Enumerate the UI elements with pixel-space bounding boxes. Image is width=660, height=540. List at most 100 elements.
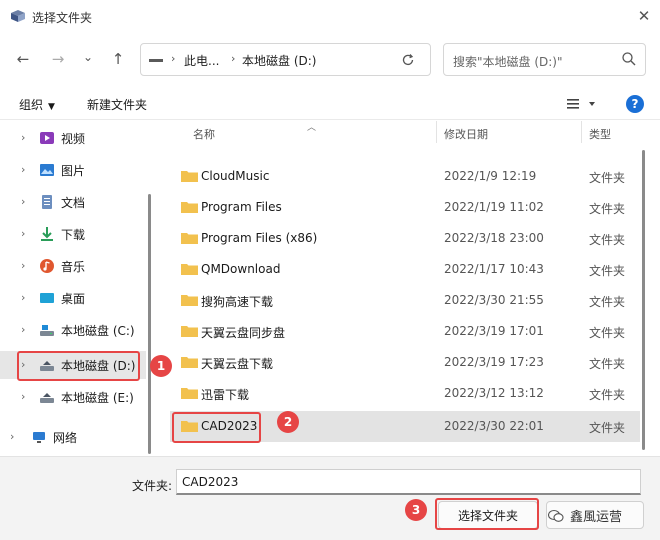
close-icon[interactable]: ✕ [634,6,654,26]
sidebar-item-network[interactable]: › 网络 [0,423,146,451]
column-header-type[interactable]: 类型 [589,126,611,142]
expand-chevron-icon[interactable]: › [10,430,14,443]
search-icon[interactable] [621,51,637,67]
sidebar-item-desktop[interactable]: › 桌面 [0,284,146,312]
list-item[interactable]: 迅雷下载 2022/3/12 13:12 文件夹 [170,378,640,409]
file-date: 2022/3/18 23:00 [444,231,544,245]
breadcrumb-drive-d[interactable]: 本地磁盘 (D:) [242,52,316,69]
folder-field-label: 文件夹: [132,479,173,493]
column-header-name[interactable]: 名称 [193,126,215,142]
folder-icon [181,357,198,368]
command-bar: 组织 ▼ 新建文件夹 ? [0,88,660,120]
watermark-text: 鑫風运营 [570,510,623,525]
watermark: 鑫風运营 [548,506,622,525]
file-name: Program Files (x86) [201,231,318,245]
list-item[interactable]: QMDownload 2022/1/17 10:43 文件夹 [170,254,640,285]
file-type: 文件夹 [589,295,626,309]
file-date: 2022/3/30 21:55 [444,293,544,307]
column-divider[interactable] [436,121,437,143]
sidebar-item-drive-c[interactable]: › 本地磁盘 (C:) [0,316,146,344]
desktop-icon [40,293,54,303]
folder-icon [181,233,198,244]
documents-icon [42,195,52,209]
app-icon [11,10,25,22]
sidebar-item-documents[interactable]: › 文档 [0,188,146,216]
sidebar-item-music[interactable]: › 音乐 [0,252,146,280]
organize-menu-button[interactable]: 组织 ▼ [19,96,55,113]
list-item[interactable]: 搜狗高速下载 2022/3/30 21:55 文件夹 [170,285,640,316]
music-icon [40,259,54,273]
folder-icon [181,295,198,306]
sidebar-item-label: 视频 [61,132,86,146]
recent-locations-chevron-icon[interactable]: ⌄ [77,46,99,68]
file-type: 文件夹 [589,264,626,278]
file-name: QMDownload [201,262,281,276]
help-icon[interactable]: ? [626,95,644,113]
sidebar-item-label: 音乐 [61,260,86,274]
folder-icon [181,202,198,213]
sidebar-scrollbar[interactable] [148,194,151,454]
file-date: 2022/1/19 11:02 [444,200,544,214]
highlight-box-drive-d [17,351,140,381]
highlight-box-select-button [435,498,539,530]
sidebar-item-label: 图片 [61,164,86,178]
file-name: 天翼云盘下载 [201,357,274,371]
sidebar-item-downloads[interactable]: › 下载 [0,220,146,248]
sidebar-item-drive-e[interactable]: › 本地磁盘 (E:) [0,383,146,411]
organize-label: 组织 [19,98,44,112]
list-item[interactable]: 天翼云盘同步盘 2022/3/19 17:01 文件夹 [170,316,640,347]
new-folder-button[interactable]: 新建文件夹 [87,96,147,113]
breadcrumb-this-pc[interactable]: 此电... [184,52,219,69]
list-item[interactable]: Program Files 2022/1/19 11:02 文件夹 [170,192,640,223]
sort-ascending-icon: ︿ [307,123,317,133]
list-view-icon [567,99,595,109]
search-box[interactable]: 搜索"本地磁盘 (D:)" [443,43,646,76]
navigation-pane: › 视频 › 图片 › 文档 › 下载 › 音乐 › 桌面 › 本地磁盘 (C:… [0,121,146,455]
file-date: 2022/1/17 10:43 [444,262,544,276]
expand-chevron-icon[interactable]: › [21,195,25,208]
file-date: 2022/1/9 12:19 [444,169,537,183]
expand-chevron-icon[interactable]: › [21,131,25,144]
search-input[interactable]: 搜索"本地磁盘 (D:)" [453,53,563,70]
sidebar-item-label: 文档 [61,196,86,210]
column-header-row: ︿ 名称 修改日期 类型 [170,121,640,143]
sidebar-item-label: 桌面 [61,292,86,306]
video-icon [40,132,54,144]
sidebar-item-videos[interactable]: › 视频 [0,124,146,152]
column-header-date[interactable]: 修改日期 [444,126,488,142]
chevron-down-icon: ▼ [48,102,55,112]
file-type: 文件夹 [589,421,626,435]
sidebar-item-pictures[interactable]: › 图片 [0,156,146,184]
folder-icon [181,171,198,182]
list-item[interactable]: 天翼云盘下载 2022/3/19 17:23 文件夹 [170,347,640,378]
highlight-box-cad2023 [172,412,261,443]
column-divider[interactable] [581,121,582,143]
folder-name-field[interactable] [176,469,641,495]
file-name: 迅雷下载 [201,388,250,402]
refresh-icon[interactable] [396,48,420,72]
expand-chevron-icon[interactable]: › [21,291,25,304]
breadcrumb-separator: › [171,52,176,65]
expand-chevron-icon[interactable]: › [21,323,25,336]
download-icon [41,227,53,241]
file-date: 2022/3/19 17:01 [444,324,544,338]
forward-arrow-icon[interactable]: → [47,48,69,70]
sidebar-item-label: 网络 [53,431,78,445]
callout-badge-2: 2 [277,411,299,433]
expand-chevron-icon[interactable]: › [21,227,25,240]
list-item[interactable]: CloudMusic 2022/1/9 12:19 文件夹 [170,161,640,192]
file-type: 文件夹 [589,202,626,216]
breadcrumb-separator: › [231,52,236,65]
file-name: CloudMusic [201,169,270,183]
expand-chevron-icon[interactable]: › [21,390,25,403]
address-bar[interactable]: › 此电... › 本地磁盘 (D:) [140,43,499,76]
file-type: 文件夹 [589,171,626,185]
up-arrow-icon[interactable]: ↑ [107,48,129,70]
expand-chevron-icon[interactable]: › [21,259,25,272]
dialog-footer: 文件夹: 选择文件夹 鑫風运营 [0,456,660,540]
view-options-button[interactable] [565,95,599,113]
file-list-scrollbar[interactable] [642,150,645,450]
back-arrow-icon[interactable]: ← [12,48,34,70]
list-item[interactable]: Program Files (x86) 2022/3/18 23:00 文件夹 [170,223,640,254]
expand-chevron-icon[interactable]: › [21,163,25,176]
